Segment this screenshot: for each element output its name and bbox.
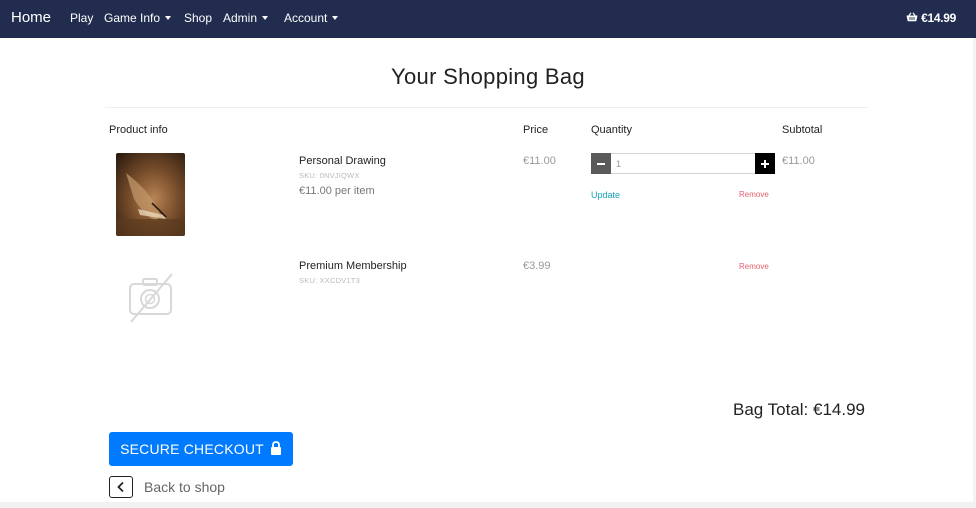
caret-down-icon: [332, 16, 339, 20]
remove-link[interactable]: Remove: [739, 262, 769, 271]
nav-item-admin[interactable]: Admin: [223, 11, 269, 25]
col-header-subtotal: Subtotal: [782, 124, 823, 136]
nav-item-label: Admin: [223, 11, 258, 25]
product-price: €3.99: [523, 260, 551, 272]
no-image-icon[interactable]: [128, 272, 174, 324]
nav-item-account[interactable]: Account: [284, 11, 339, 25]
caret-down-icon: [262, 16, 269, 20]
quantity-input[interactable]: [611, 153, 755, 174]
product-name: Premium Membership: [299, 260, 407, 272]
remove-link[interactable]: Remove: [739, 190, 769, 199]
navbar: Home Play Game Info Shop Admin Account €…: [0, 0, 976, 38]
col-header-price: Price: [523, 124, 549, 136]
page-title: Your Shopping Bag: [391, 64, 585, 89]
nav-item-shop[interactable]: Shop: [184, 11, 212, 25]
nav-bag-amount: €14.99: [921, 11, 956, 25]
product-sku: SKU: 0NVJIQWX: [299, 171, 360, 180]
bag-total: Bag Total: €14.99: [732, 400, 865, 419]
secure-checkout-button[interactable]: SECURE CHECKOUT: [109, 432, 293, 466]
back-to-shop-link[interactable]: Back to shop: [109, 476, 225, 498]
caret-down-icon: [165, 16, 172, 20]
nav-item-label: Play: [70, 11, 94, 25]
basket-icon: [906, 11, 918, 25]
col-header-quantity: Quantity: [591, 124, 632, 136]
product-subtotal: €11.00: [782, 155, 815, 167]
nav-item-game-info[interactable]: Game Info: [104, 11, 172, 25]
plus-icon: [761, 159, 769, 168]
product-name: Personal Drawing: [299, 155, 386, 167]
nav-item-label: Shop: [184, 11, 213, 25]
product-image-drawing[interactable]: [116, 153, 185, 236]
back-to-shop-label: Back to shop: [144, 479, 225, 495]
col-header-product-info: Product info: [109, 124, 168, 136]
footer: [0, 502, 976, 508]
nav-item-label: Game Info: [104, 11, 161, 25]
nav-brand-home[interactable]: Home: [11, 9, 51, 26]
chevron-left-icon: [109, 476, 133, 498]
product-sku: SKU: XXCDV1T3: [299, 276, 360, 285]
update-link[interactable]: Update: [591, 190, 620, 200]
minus-icon: [597, 162, 605, 165]
product-per-item-price: €11.00 per item: [299, 185, 375, 197]
product-price: €11.00: [523, 155, 556, 167]
lock-icon: [270, 440, 282, 458]
nav-item-label: Account: [284, 11, 328, 25]
checkout-label: SECURE CHECKOUT: [120, 441, 264, 457]
increment-button[interactable]: [755, 153, 775, 174]
divider: [105, 107, 867, 108]
nav-item-play[interactable]: Play: [70, 11, 93, 25]
nav-bag-total[interactable]: €14.99: [906, 11, 956, 25]
decrement-button[interactable]: [591, 153, 611, 174]
quantity-stepper: [591, 153, 775, 174]
